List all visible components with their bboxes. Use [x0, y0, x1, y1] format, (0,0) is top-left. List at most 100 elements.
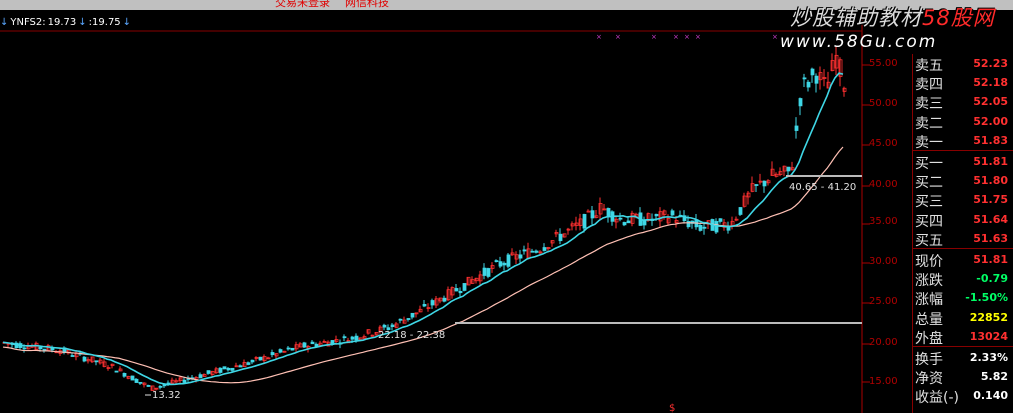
signal-marker: ×: [772, 33, 778, 41]
quote-row: 卖四 52.18: [913, 73, 1013, 94]
quote-value: 51.75: [973, 193, 1008, 207]
upper-range-label: 40.65 - 41.20: [789, 182, 856, 193]
candle-body: [462, 283, 467, 291]
down-arrow-icon: ↓: [78, 17, 87, 28]
signal-marker: ×: [651, 33, 657, 41]
candle-body: [502, 262, 507, 266]
candle-body: [354, 335, 359, 341]
quote-row: 净资 5.82: [913, 367, 1013, 387]
support-range-label: 22.18 - 22.38: [378, 330, 445, 341]
candle-body: [430, 300, 435, 306]
candle-body: [686, 220, 691, 228]
candle-body: [182, 379, 187, 383]
ma-long-line: [2, 146, 844, 384]
quote-row: 买二 51.80: [913, 171, 1013, 191]
candle-body: [626, 220, 631, 224]
quote-value: 13024: [969, 329, 1008, 343]
quote-row: 换手 2.33%: [913, 348, 1013, 368]
candle-body: [270, 352, 275, 356]
quote-row: 涨跌 -0.79: [913, 269, 1013, 290]
candle-body: [50, 347, 55, 351]
candle-body: [590, 210, 595, 219]
price-axis-label: 30.00: [869, 256, 898, 267]
candle-body: [702, 226, 707, 229]
candle-body: [410, 312, 415, 318]
low-price-label: 13.32: [152, 390, 181, 401]
candle-body: [238, 365, 243, 368]
candle-body: [398, 318, 403, 321]
quote-row: 卖二 52.00: [913, 112, 1013, 132]
candle-body: [38, 346, 43, 350]
candle-body: [442, 297, 447, 302]
quote-label: 总量: [915, 311, 943, 328]
price-axis-label: 50.00: [869, 98, 898, 109]
candle-body: [302, 342, 307, 348]
quote-value: -1.50%: [965, 291, 1008, 305]
quote-row: 卖五 52.23: [913, 54, 1013, 74]
quote-label: 卖五: [915, 58, 943, 74]
signal-marker: ×: [684, 33, 690, 41]
quote-value: 51.83: [973, 133, 1008, 147]
candle-body: [798, 98, 803, 107]
quote-value: 52.23: [973, 57, 1008, 70]
title-trade-status: 交易未登录: [275, 0, 330, 9]
quote-value: 52.05: [973, 95, 1008, 109]
candle-body: [582, 214, 587, 229]
candle-body: [206, 370, 211, 374]
quote-value: -0.79: [976, 272, 1008, 286]
watermark-brand-site: 58股网: [922, 6, 995, 30]
candle-body: [670, 210, 675, 216]
down-arrow-icon: ↓: [0, 17, 9, 28]
quote-row: 买四 51.64: [913, 210, 1013, 230]
candle-body: [542, 247, 547, 251]
candle-body: [518, 254, 523, 259]
candle-body: [814, 75, 819, 84]
quote-value: 22852: [969, 310, 1008, 324]
candle-body: [522, 249, 527, 252]
quote-row: 买一 51.81: [913, 152, 1013, 172]
quote-label: 换手: [915, 352, 943, 368]
candle-body: [606, 208, 611, 218]
quote-value: 51.64: [973, 212, 1008, 226]
indicator-name: YNFS2:: [10, 17, 46, 28]
candle-body: [146, 385, 151, 387]
quote-value: 52.00: [973, 114, 1008, 128]
candle-body: [278, 349, 283, 353]
candle-body: [810, 68, 815, 76]
price-axis-label: 15.00: [869, 376, 898, 387]
candle-body: [618, 217, 623, 220]
candle-body: [130, 375, 135, 381]
candle-body: [310, 341, 315, 345]
candle-body: [726, 226, 731, 231]
candle-body: [786, 166, 791, 172]
quote-label: 涨跌: [915, 273, 943, 290]
signal-marker: ×: [695, 33, 701, 41]
quote-value: 51.81: [973, 155, 1008, 168]
candle-body: [158, 385, 163, 388]
price-axis-label: 35.00: [869, 216, 898, 227]
candle-body: [698, 224, 703, 231]
quote-label: 卖四: [915, 77, 943, 94]
candle-body: [458, 291, 463, 294]
candle-body: [258, 356, 263, 361]
candle-body: [486, 268, 491, 277]
quote-label: 买四: [915, 213, 943, 230]
indicator-value-2: :19.75: [88, 17, 121, 28]
watermark-url: www.58Gu.com: [780, 32, 938, 52]
candle-body: [806, 81, 811, 88]
candle-body: [534, 250, 539, 253]
candle-body: [350, 336, 355, 340]
candle-body: [422, 304, 427, 307]
kline-chart[interactable]: 13.32 22.18 - 22.38 40.65 - 41.20 $ × × × × × × ×: [0, 10, 912, 413]
watermark-brand: 炒股辅助教材58股网: [790, 2, 995, 32]
candle-body: [754, 184, 759, 186]
quote-row: 总量 22852: [913, 308, 1013, 328]
quote-separator: [913, 150, 1013, 151]
quote-label: 卖一: [915, 134, 943, 151]
candle-body: [226, 367, 231, 371]
candle-body: [454, 288, 459, 292]
quote-separator: [913, 248, 1013, 249]
quote-label: 外盘: [915, 330, 943, 347]
quote-value: 5.82: [980, 370, 1008, 384]
candle-body: [70, 355, 75, 357]
